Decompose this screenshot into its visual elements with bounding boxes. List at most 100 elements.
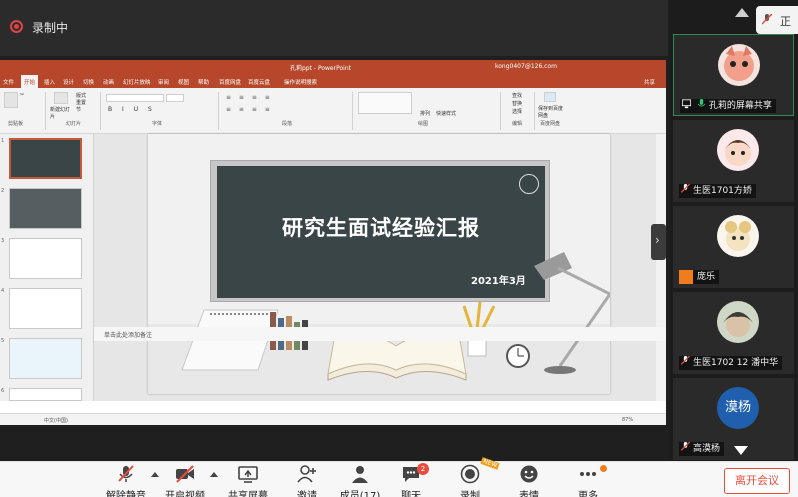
meeting-toolbar: 解除静音 开启视频 共享屏幕 邀请 成员(17) 2 聊天 NEW 录制 表情 … xyxy=(0,457,798,497)
participant-name: 生医1702 12 潘中华 xyxy=(679,356,783,370)
slide-thumb xyxy=(9,388,82,401)
group-font: 字体 xyxy=(152,121,163,127)
slide-thumb xyxy=(9,238,82,279)
ppt-tab-baidu-cloud: 百度云盘 xyxy=(248,80,271,86)
panel-edge-tab[interactable]: 正 xyxy=(756,6,798,34)
mic-active-icon xyxy=(697,99,706,107)
participant-name: 庞乐 xyxy=(679,270,720,284)
invite-label: 邀请 xyxy=(297,491,317,497)
share-screen-label: 共享屏幕 xyxy=(228,491,268,497)
add-person-icon xyxy=(297,465,316,483)
avatar xyxy=(718,44,760,86)
notification-dot xyxy=(600,465,607,472)
status-language: 中文(中国) xyxy=(44,418,68,424)
baidu-save-icon xyxy=(544,92,556,102)
camera-off-icon xyxy=(176,465,194,483)
participant-name: 高漠杨 xyxy=(679,442,725,456)
thumb-number: 5 xyxy=(1,338,5,344)
recording-bar: 录制中 xyxy=(0,0,668,56)
start-video-label: 开启视频 xyxy=(165,491,205,497)
ppt-title-bar: 孔莉ppt - PowerPoint kong0407@126.com xyxy=(0,60,666,74)
notes-pane: 单击此处添加备注 xyxy=(94,327,666,341)
group-editing: 编辑 xyxy=(512,121,523,127)
notes-placeholder: 单击此处添加备注 xyxy=(104,332,153,339)
chevron-right-icon: › xyxy=(655,233,660,247)
new-slide-icon xyxy=(54,92,68,104)
members-label: 成员(17) xyxy=(339,491,381,497)
thumb-number: 6 xyxy=(1,388,5,394)
record-button[interactable]: NEW 录制 xyxy=(442,457,500,497)
recording-icon xyxy=(10,20,23,33)
ppt-tab-design: 设计 xyxy=(63,80,75,86)
share-screen-icon xyxy=(238,466,258,483)
participant-tile[interactable]: 生医1702 12 潘中华 xyxy=(673,292,794,374)
status-zoom: 87% xyxy=(622,417,634,423)
avatar xyxy=(717,129,759,171)
invite-button[interactable]: 邀请 xyxy=(279,462,335,497)
group-slides: 幻灯片 xyxy=(66,121,82,127)
meeting-window: 录制中 孔莉ppt - PowerPoint kong0407@126.com … xyxy=(0,0,798,497)
more-button[interactable]: 更多 xyxy=(560,462,616,497)
paste-icon xyxy=(4,92,18,108)
group-drawing: 绘图 xyxy=(418,121,429,127)
group-paragraph: 段落 xyxy=(282,121,293,127)
members-icon xyxy=(352,466,368,483)
save-to-baidu-label: 保存到百度网盘 xyxy=(538,106,564,119)
more-label: 更多 xyxy=(578,491,598,497)
thumb-number: 2 xyxy=(1,188,5,194)
participant-name: 孔莉的屏幕共享 xyxy=(680,99,776,113)
mic-muted-icon xyxy=(118,465,134,482)
scroll-up-icon[interactable] xyxy=(735,8,749,17)
mic-muted-icon xyxy=(681,442,690,451)
expand-panel-handle[interactable]: › xyxy=(651,224,666,260)
members-button[interactable]: 成员(17) xyxy=(332,462,388,497)
font-name-box xyxy=(106,94,164,102)
font-size-box xyxy=(166,94,184,102)
unmute-button[interactable]: 解除静音 xyxy=(98,462,154,497)
ppt-status-bar: 中文(中国) 87% xyxy=(0,413,666,425)
avatar: 漠杨 xyxy=(717,387,759,429)
reactions-label: 表情 xyxy=(519,491,539,497)
participant-name: 生医1701方娇 xyxy=(679,184,756,198)
shared-screen: 孔莉ppt - PowerPoint kong0407@126.com 文件 开… xyxy=(0,60,666,425)
ppt-tab-review: 审阅 xyxy=(158,80,170,86)
record-label: 录制 xyxy=(460,491,480,497)
video-options-chevron-icon[interactable] xyxy=(210,472,218,477)
ppt-tab-home: 开始 xyxy=(21,75,39,89)
section-label: 节 xyxy=(76,107,82,113)
slide-thumb xyxy=(9,138,82,179)
chat-badge: 2 xyxy=(417,463,429,475)
find-label: 查找 xyxy=(512,93,523,99)
participant-name-text: 生医1702 12 潘中华 xyxy=(693,358,779,368)
new-slide-label: 新建幻灯片 xyxy=(50,107,71,120)
ppt-tab-view: 视图 xyxy=(178,80,190,86)
avatar xyxy=(717,301,759,343)
ppt-tab-animations: 动画 xyxy=(103,80,115,86)
participant-tile[interactable]: 孔莉的屏幕共享 xyxy=(673,34,794,116)
share-screen-button[interactable]: 共享屏幕 xyxy=(220,462,276,497)
participant-name-text: 孔莉的屏幕共享 xyxy=(708,101,772,111)
ppt-ribbon-tabs: 文件 开始 插入 设计 切换 动画 幻灯片放映 审阅 视图 帮助 百度网盘 百度… xyxy=(0,74,666,89)
participant-tile[interactable]: 庞乐 xyxy=(673,206,794,288)
editor-scrollbar xyxy=(656,134,666,401)
more-icon xyxy=(580,472,596,476)
start-video-button[interactable]: 开启视频 xyxy=(157,462,213,497)
mic-muted-icon xyxy=(681,184,690,193)
quick-styles-label: 快速样式 xyxy=(436,111,457,117)
desk-lamp-icon xyxy=(534,252,572,280)
leave-meeting-button[interactable]: 离开会议 xyxy=(724,468,790,494)
participant-name-text: 高漠杨 xyxy=(693,444,721,454)
record-icon xyxy=(460,464,480,484)
group-clipboard: 剪贴板 xyxy=(8,121,24,127)
thumb-number: 1 xyxy=(1,138,5,144)
ppt-ribbon: ✂ 新建幻灯片 版式 重置 节 B I U S ≡ ≡ ≡ ≡ ≡ ≡ ≡ ≡ … xyxy=(0,88,666,134)
thumb-number: 4 xyxy=(1,288,5,294)
ppt-window-title: 孔莉ppt - PowerPoint xyxy=(290,65,351,72)
reactions-button[interactable]: 表情 xyxy=(501,462,557,497)
ppt-editor: 1 2 3 4 5 6 研究生面试经验汇报 2021年3月 xyxy=(0,134,666,401)
scroll-down-icon[interactable] xyxy=(734,446,748,455)
participant-tile[interactable]: 生医1701方娇 xyxy=(673,120,794,202)
slide-thumb xyxy=(9,188,82,229)
participant-name-text: 生医1701方娇 xyxy=(693,186,752,196)
chat-button[interactable]: 2 聊天 xyxy=(383,462,439,497)
